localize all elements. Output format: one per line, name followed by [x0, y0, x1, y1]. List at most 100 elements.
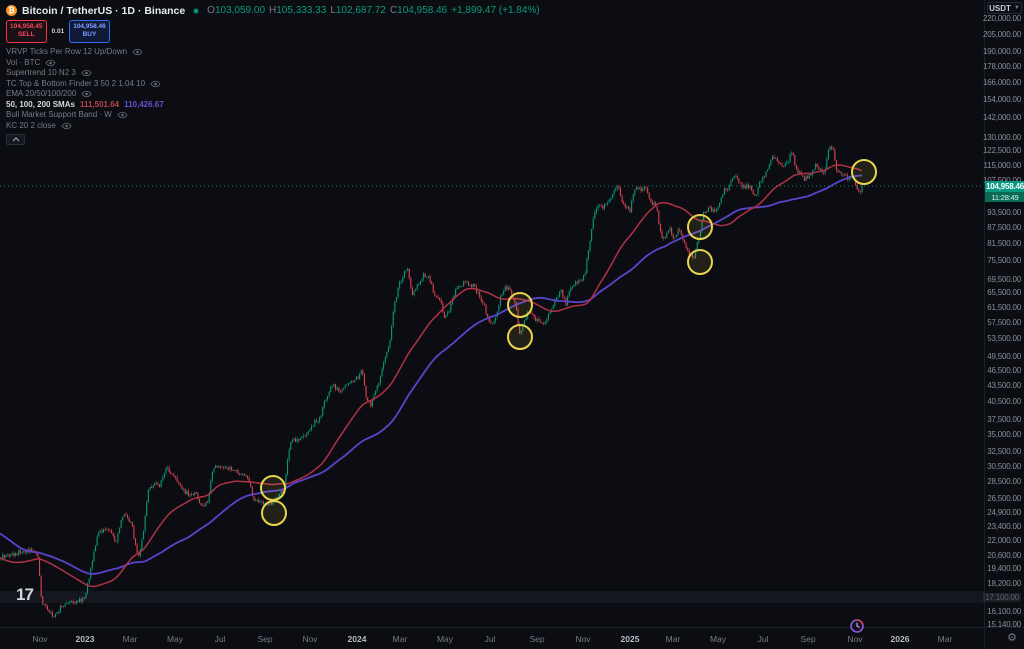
time-axis[interactable]: Nov2023MarMayJulSepNov2024MarMayJulSepNo…	[0, 627, 984, 649]
price-axis-label: 24,900.00	[987, 508, 1021, 517]
price-axis-label: 46,500.00	[987, 366, 1021, 375]
indicator-row[interactable]: Vol · BTC	[6, 57, 540, 68]
indicator-label: KC 20 2 close	[6, 122, 56, 130]
open-value: 103,059.00	[215, 5, 265, 16]
price-axis-label: 115,000.00	[984, 161, 1021, 170]
price-axis-label: 178,000.00	[983, 62, 1021, 71]
open-label: O	[207, 5, 215, 16]
symbol-title[interactable]: Bitcoin / TetherUS · 1D · Binance	[22, 5, 185, 17]
price-axis-label: 30,500.00	[987, 462, 1021, 471]
price-axis-label: 19,400.00	[987, 564, 1021, 573]
buy-sell-row: 104,958.45 SELL 0.01 104,958.46 BUY	[6, 20, 540, 43]
price-axis-label: 40,500.00	[987, 397, 1021, 406]
price-axis-label: 49,500.00	[987, 352, 1021, 361]
price-axis-label: 28,500.00	[987, 477, 1021, 486]
collapse-legend-button[interactable]	[6, 134, 25, 145]
buy-price: 104,958.46	[73, 23, 106, 31]
signal-circles[interactable]	[261, 160, 876, 525]
indicator-label: Bull Market Support Band · W	[6, 111, 112, 119]
change-value: +1,899.47 (+1.84%)	[451, 5, 539, 16]
buy-label: BUY	[73, 31, 106, 39]
price-axis-label: 166,000.00	[983, 78, 1021, 87]
time-axis-label: Mar	[393, 634, 408, 644]
time-axis-label: 2023	[76, 634, 95, 644]
sell-button[interactable]: 104,958.45 SELL	[6, 20, 47, 43]
time-axis-label: Sep	[800, 634, 815, 644]
buy-button[interactable]: 104,958.46 BUY	[69, 20, 110, 43]
time-axis-label: 2026	[891, 634, 910, 644]
indicator-row[interactable]: Bull Market Support Band · W	[6, 110, 540, 121]
price-axis-label: 142,000.00	[983, 113, 1021, 122]
indicator-value: 111,501.64	[80, 100, 119, 109]
eye-icon[interactable]	[45, 59, 56, 67]
axis-corner-cell: ⚙	[984, 627, 1024, 649]
time-axis-label: May	[710, 634, 726, 644]
price-axis-label: 81,500.00	[987, 239, 1021, 248]
price-axis-label: 205,000.00	[983, 30, 1021, 39]
eye-icon[interactable]	[81, 90, 92, 98]
indicator-row[interactable]: 50, 100, 200 SMAs111,501.64110,426.67	[6, 99, 540, 110]
currency-selector[interactable]: USDT ▼	[987, 2, 1022, 14]
time-axis-label: 2024	[348, 634, 367, 644]
price-axis-label: 53,500.00	[987, 334, 1021, 343]
indicator-label: EMA 20/50/100/200	[6, 90, 76, 98]
bar-countdown: 11:28:49	[985, 192, 1024, 202]
bitcoin-icon: ₿	[6, 5, 17, 16]
currency-label: USDT	[989, 4, 1011, 13]
low-value: 102,687.72	[336, 5, 386, 16]
tradingview-logo[interactable]: 17	[16, 585, 33, 605]
current-price-tag: 104,958.46 11:28:49	[985, 181, 1024, 202]
time-axis-label: Jul	[758, 634, 769, 644]
time-axis-label: 2025	[621, 634, 640, 644]
sell-label: SELL	[10, 31, 43, 39]
alert-clock-icon[interactable]	[849, 618, 865, 634]
price-axis-label: 93,500.00	[987, 208, 1021, 217]
indicator-value: 110,426.67	[124, 100, 164, 109]
price-axis-label: 122,500.00	[983, 146, 1021, 155]
price-axis-label: 23,400.00	[987, 522, 1021, 531]
time-axis-label: Nov	[302, 634, 317, 644]
indicator-row[interactable]: KC 20 2 close	[6, 120, 540, 131]
time-axis-label: May	[167, 634, 183, 644]
time-axis-label: Sep	[257, 634, 272, 644]
market-status-icon[interactable]	[193, 8, 199, 14]
indicator-row[interactable]: TC Top & Bottom Finder 3 50 2 1.04 10	[6, 78, 540, 89]
time-axis-label: Jul	[485, 634, 496, 644]
sma-200-line[interactable]	[0, 175, 862, 574]
price-axis-label: 220,000.00	[983, 14, 1021, 23]
dropdown-caret-icon: ▼	[1014, 5, 1020, 11]
price-axis-label: 17,100.00	[983, 593, 1021, 602]
time-axis-label: Mar	[123, 634, 138, 644]
time-axis-label: Mar	[938, 634, 953, 644]
price-axis-label: 18,200.00	[987, 579, 1021, 588]
price-axis-label: 87,500.00	[987, 223, 1021, 232]
price-axis-label: 69,500.00	[987, 275, 1021, 284]
sell-price: 104,958.45	[10, 23, 43, 31]
eye-icon[interactable]	[81, 69, 92, 77]
price-axis-label: 75,500.00	[987, 256, 1021, 265]
gear-icon[interactable]: ⚙	[1007, 633, 1017, 644]
eye-icon[interactable]	[117, 111, 128, 119]
indicator-row[interactable]: Supertrend 10 N2 3	[6, 68, 540, 79]
price-axis-label: 130,000.00	[983, 133, 1021, 142]
time-axis-label: Jul	[215, 634, 226, 644]
time-axis-label: May	[437, 634, 453, 644]
chevron-up-icon	[12, 137, 20, 142]
price-axis[interactable]: USDT ▼ 220,000.00205,000.00190,000.00178…	[984, 0, 1024, 627]
indicator-row[interactable]: EMA 20/50/100/200	[6, 89, 540, 100]
eye-icon[interactable]	[150, 80, 161, 88]
price-axis-label: 61,500.00	[987, 303, 1021, 312]
eye-icon[interactable]	[132, 48, 143, 56]
price-axis-label: 154,000.00	[983, 95, 1021, 104]
ohlc-values: O103,059.00 H105,333.33 L102,687.72 C104…	[207, 5, 539, 16]
tradingview-chart-window: ₿ Bitcoin / TetherUS · 1D · Binance O103…	[0, 0, 1024, 649]
sma-100-line[interactable]	[0, 165, 862, 586]
time-axis-label: Sep	[529, 634, 544, 644]
price-axis-label: 22,000.00	[987, 536, 1021, 545]
indicator-list: VRVP Ticks Per Row 12 Up/DownVol · BTCSu…	[6, 47, 540, 131]
indicator-label: Vol · BTC	[6, 59, 40, 67]
eye-icon[interactable]	[61, 122, 72, 130]
price-axis-label: 26,500.00	[987, 494, 1021, 503]
symbol-title-row[interactable]: ₿ Bitcoin / TetherUS · 1D · Binance O103…	[6, 3, 540, 18]
indicator-row[interactable]: VRVP Ticks Per Row 12 Up/Down	[6, 47, 540, 58]
